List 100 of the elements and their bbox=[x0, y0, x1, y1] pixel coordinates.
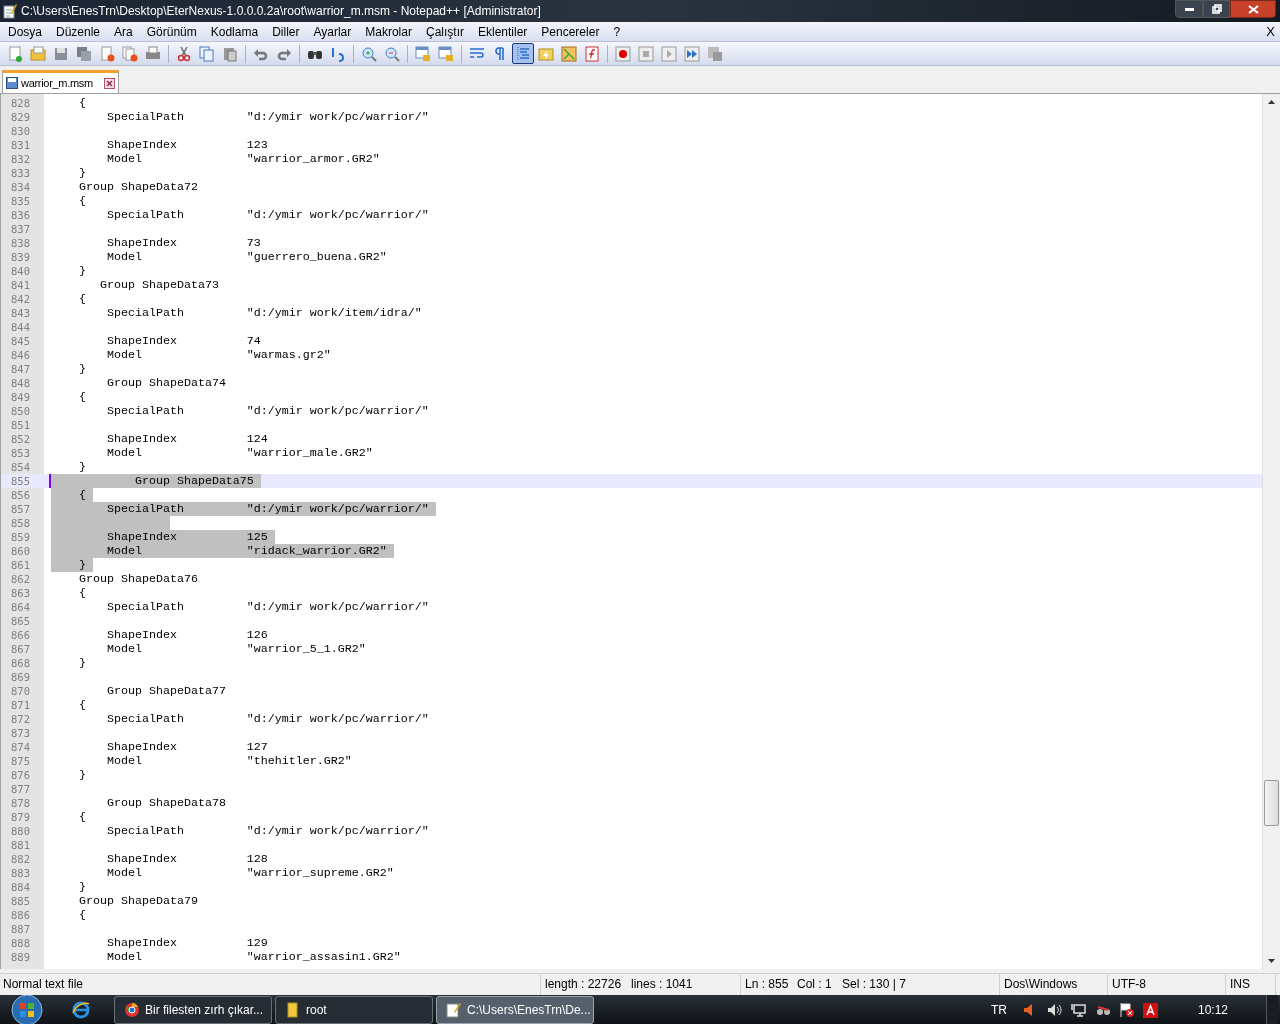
fast-forward-icon[interactable] bbox=[681, 43, 703, 64]
code-line: ShapeIndex 129 bbox=[105, 936, 268, 950]
line-number: 880 bbox=[10, 824, 31, 838]
line-number: 874 bbox=[10, 740, 31, 754]
code-line: SpecialPath "d:/ymir work/pc/warrior/" bbox=[105, 502, 429, 516]
code-line: { bbox=[77, 292, 86, 306]
code-line: Group ShapeData73 bbox=[98, 278, 219, 292]
code-line: Group ShapeData79 bbox=[77, 894, 198, 908]
code-line: Model "warrior_5_1.GR2" bbox=[105, 642, 366, 656]
code-line: ShapeIndex 127 bbox=[105, 740, 268, 754]
menu-item[interactable]: Ayarlar bbox=[306, 22, 359, 41]
line-number: 872 bbox=[10, 712, 31, 726]
menu-item[interactable]: Ara bbox=[107, 22, 140, 41]
vertical-scrollbar[interactable] bbox=[1262, 94, 1280, 969]
line-number: 870 bbox=[10, 684, 31, 698]
adobe-a-icon[interactable] bbox=[1142, 1002, 1158, 1018]
line-number: 836 bbox=[10, 208, 31, 222]
close-document-button[interactable]: X bbox=[1266, 25, 1275, 38]
browser-e-icon[interactable] bbox=[72, 1001, 90, 1019]
start-button[interactable] bbox=[8, 995, 46, 1024]
tab-label: warrior_m.msm bbox=[21, 75, 93, 91]
line-number: 888 bbox=[10, 936, 31, 950]
menu-item[interactable]: Çalıştır bbox=[418, 22, 471, 41]
taskbar-button[interactable]: root bbox=[275, 996, 433, 1024]
line-number: 828 bbox=[10, 96, 31, 110]
scroll-up-arrow-icon[interactable] bbox=[1268, 100, 1275, 104]
play-icon[interactable] bbox=[658, 43, 680, 64]
line-number: 851 bbox=[10, 418, 31, 432]
record-icon[interactable] bbox=[612, 43, 634, 64]
code-line: Model "ridack_warrior.GR2" bbox=[105, 544, 387, 558]
language-indicator[interactable]: TR bbox=[990, 1001, 1007, 1019]
menu-item[interactable]: Diller bbox=[265, 22, 307, 41]
notepad-icon bbox=[446, 1002, 462, 1018]
code-line: { bbox=[77, 908, 86, 922]
line-number: 839 bbox=[10, 250, 31, 264]
show-desktop-button[interactable] bbox=[1266, 995, 1278, 1024]
code-line: { bbox=[77, 390, 86, 404]
close-icon bbox=[1247, 4, 1259, 14]
tray-app-icon[interactable] bbox=[1094, 1003, 1111, 1017]
code-line: SpecialPath "d:/ymir work/pc/warrior/" bbox=[105, 712, 429, 726]
line-number: 863 bbox=[10, 586, 31, 600]
minimize-icon bbox=[1184, 7, 1194, 11]
code-line: ShapeIndex 74 bbox=[105, 334, 261, 348]
taskbar-button[interactable]: Bir filesten zırh çıkar... bbox=[114, 996, 272, 1024]
line-number: 885 bbox=[10, 894, 31, 908]
line-number: 842 bbox=[10, 292, 31, 306]
scrollbar-thumb[interactable] bbox=[1264, 780, 1279, 826]
code-line: ShapeIndex 123 bbox=[105, 138, 268, 152]
line-number: 834 bbox=[10, 180, 31, 194]
folder-icon[interactable] bbox=[27, 43, 49, 64]
stop-icon[interactable] bbox=[635, 43, 657, 64]
code-line: { bbox=[77, 698, 86, 712]
menu-item[interactable]: Pencereler bbox=[534, 22, 607, 41]
taskbar-button[interactable]: C:\Users\EnesTrn\De... bbox=[436, 996, 594, 1024]
clock[interactable]: 10:12 bbox=[1197, 1001, 1228, 1019]
code-line: Model "guerrero_buena.GR2" bbox=[105, 250, 387, 264]
indent-guide-icon[interactable] bbox=[512, 43, 534, 64]
line-number: 829 bbox=[10, 110, 31, 124]
code-line: { bbox=[77, 586, 86, 600]
close-button[interactable] bbox=[1230, 0, 1276, 18]
status-text: Ln : 855 bbox=[744, 976, 790, 993]
line-number: 887 bbox=[10, 922, 31, 936]
line-number: 859 bbox=[10, 530, 31, 544]
flag-error-icon[interactable] bbox=[1118, 1002, 1135, 1018]
code-line: } bbox=[77, 460, 86, 474]
code-line: Group ShapeData77 bbox=[105, 684, 226, 698]
line-number: 853 bbox=[10, 446, 31, 460]
menu-item[interactable]: ? bbox=[606, 22, 628, 41]
close-icon[interactable] bbox=[103, 77, 115, 89]
menu-item[interactable]: Kodlama bbox=[203, 22, 266, 41]
restore-button[interactable] bbox=[1203, 0, 1230, 18]
line-number: 866 bbox=[10, 628, 31, 642]
code-line: Group ShapeData75 bbox=[133, 474, 254, 488]
minimize-button[interactable] bbox=[1175, 0, 1203, 18]
line-number: 881 bbox=[10, 838, 31, 852]
code-line: } bbox=[77, 558, 86, 572]
document-map-icon[interactable] bbox=[558, 43, 580, 64]
line-number: 832 bbox=[10, 152, 31, 166]
code-line: } bbox=[77, 362, 86, 376]
code-line: Group ShapeData76 bbox=[77, 572, 198, 586]
speaker-icon[interactable] bbox=[1046, 1003, 1063, 1017]
menu-item[interactable]: Dosya bbox=[1, 22, 49, 41]
line-number: 841 bbox=[10, 278, 31, 292]
code-line: Group ShapeData72 bbox=[77, 180, 198, 194]
code-line: Group ShapeData74 bbox=[105, 376, 226, 390]
code-line: SpecialPath "d:/ymir work/pc/warrior/" bbox=[105, 824, 429, 838]
menu-item[interactable]: Görünüm bbox=[139, 22, 204, 41]
caret bbox=[49, 474, 51, 488]
line-number: 855 bbox=[10, 474, 31, 488]
code-line: Group ShapeData78 bbox=[105, 796, 226, 810]
menu-item[interactable]: Eklentiler bbox=[471, 22, 535, 41]
line-number: 860 bbox=[10, 544, 31, 558]
menu-item[interactable]: Makrolar bbox=[358, 22, 419, 41]
document-tab[interactable]: warrior_m.msm bbox=[2, 70, 119, 93]
menu-item[interactable]: Düzenle bbox=[49, 22, 108, 41]
network-icon[interactable] bbox=[1070, 1003, 1087, 1017]
scroll-down-arrow-icon[interactable] bbox=[1268, 959, 1275, 963]
line-number: 835 bbox=[10, 194, 31, 208]
line-number: 868 bbox=[10, 656, 31, 670]
line-number: 875 bbox=[10, 754, 31, 768]
